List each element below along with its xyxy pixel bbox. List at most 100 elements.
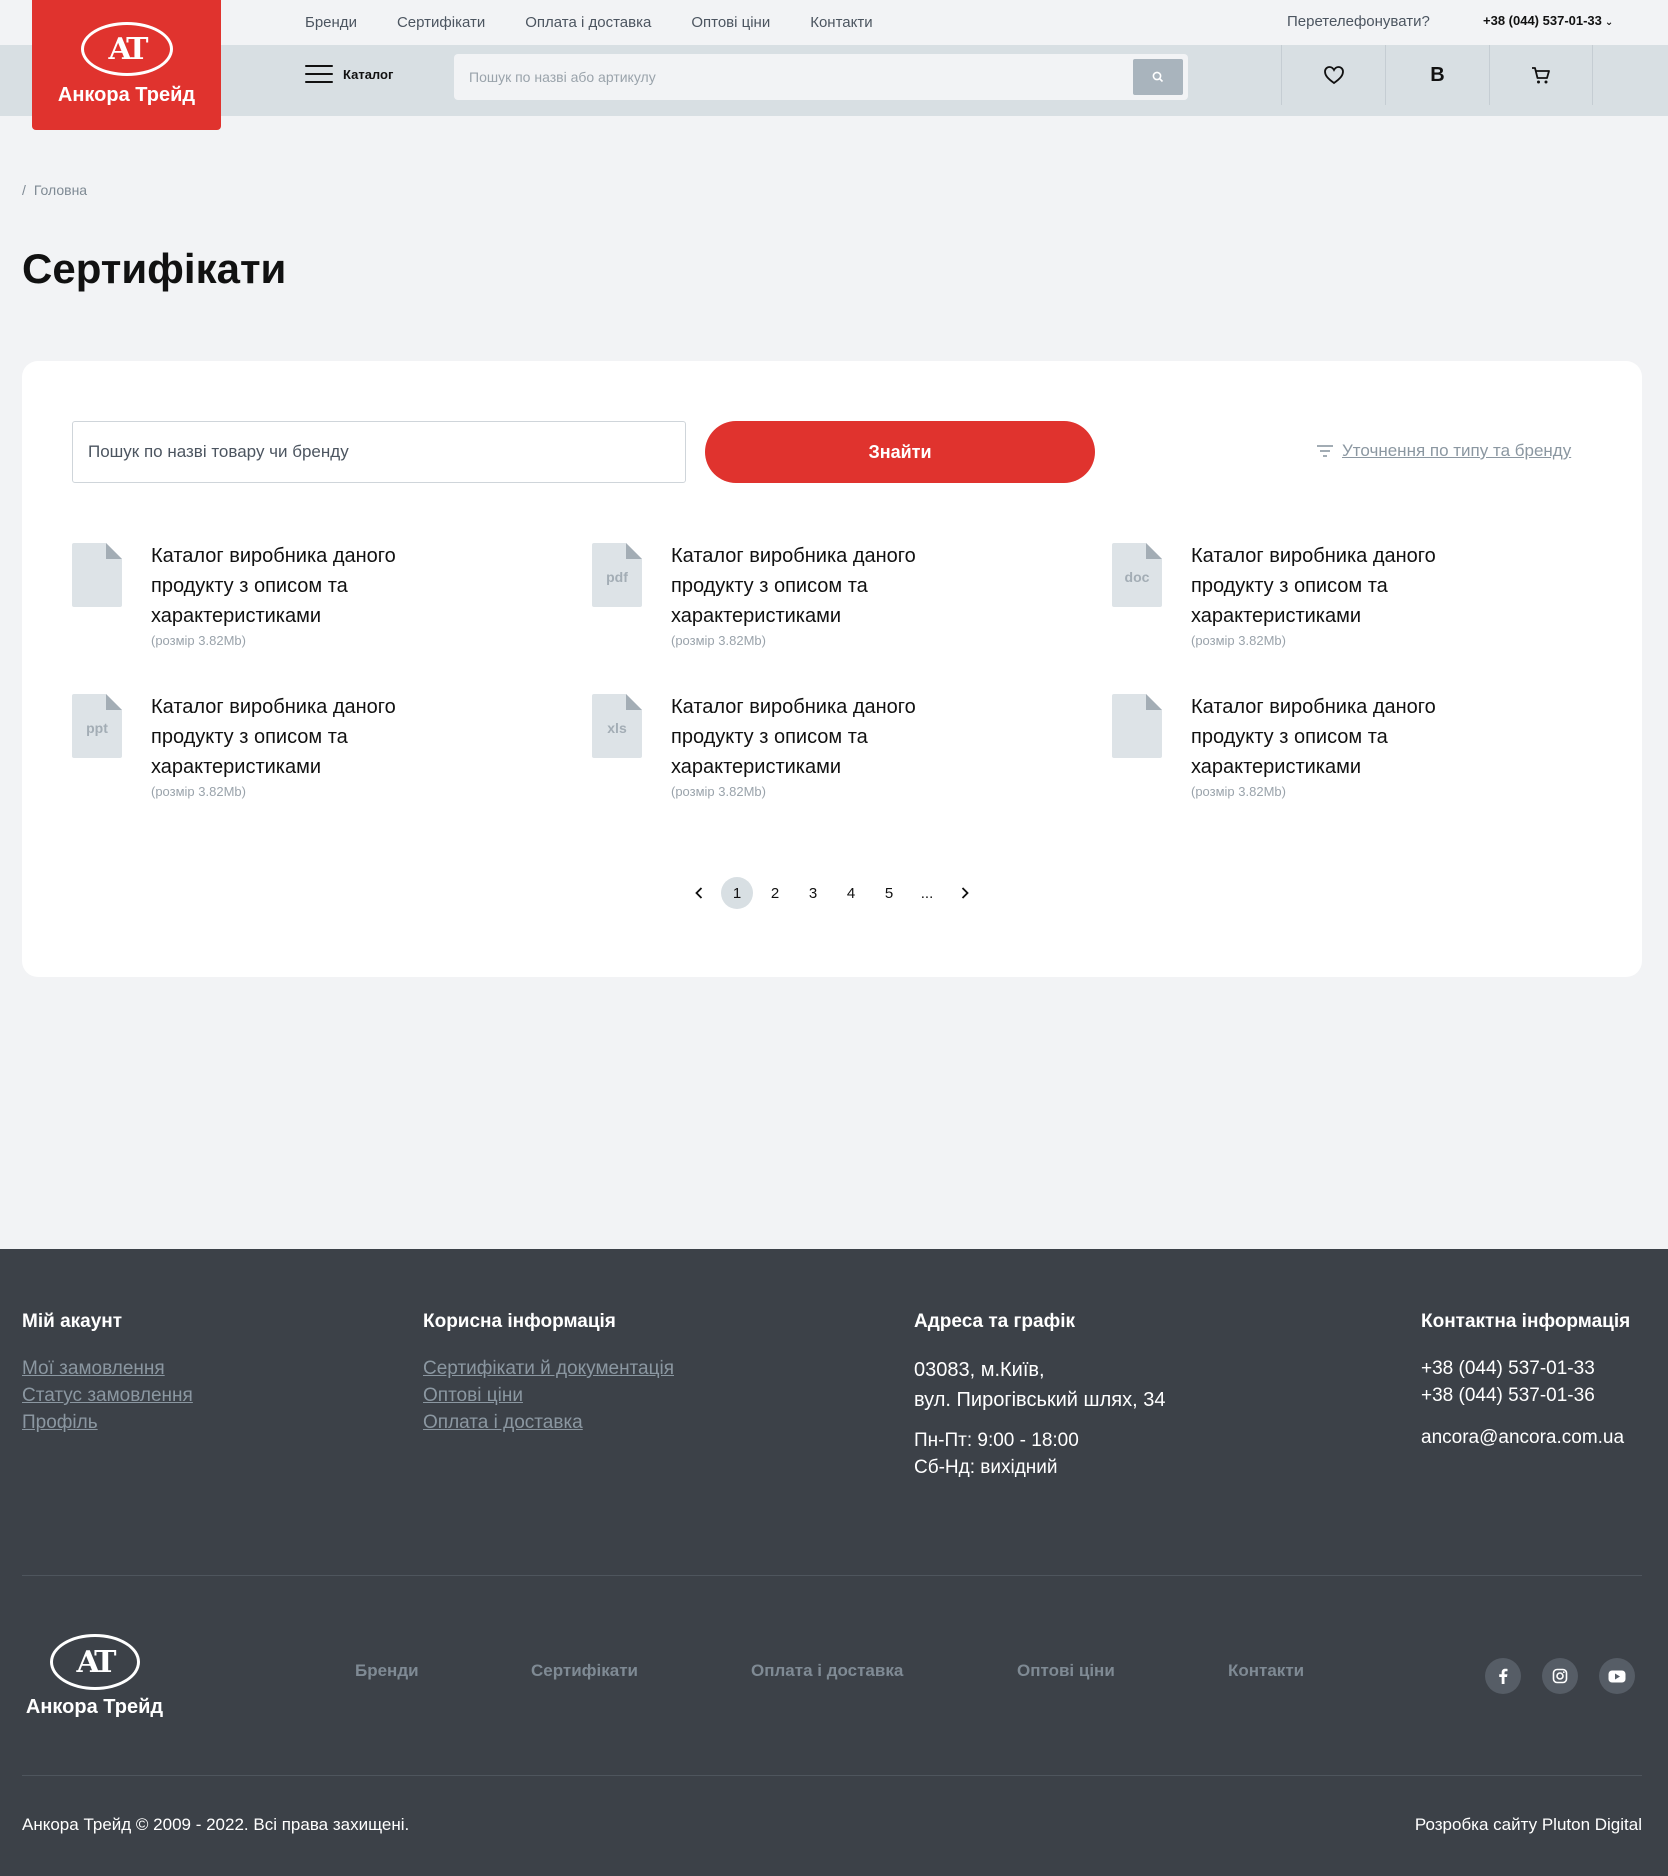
footer-divider xyxy=(22,1575,1642,1576)
certificates-docs-link[interactable]: Сертифікати й документація xyxy=(423,1355,674,1382)
top-nav-brands[interactable]: Бренди xyxy=(305,14,357,31)
instagram-icon xyxy=(1552,1668,1568,1684)
top-nav: Бренди Сертифікати Оплата і доставка Опт… xyxy=(305,0,913,45)
file-name[interactable]: Каталог виробника даного продукту з опис… xyxy=(151,692,481,782)
logo-emblem: AT xyxy=(80,22,173,76)
file-size: (розмір 3.82Mb) xyxy=(151,633,246,648)
footer-account-title: Мій акаунт xyxy=(22,1311,123,1332)
filter-icon xyxy=(1317,445,1333,457)
file-size: (розмір 3.82Mb) xyxy=(1191,633,1286,648)
footer-contacts-column: Контактна інформація +38 (044) 537-01-33… xyxy=(1421,1311,1630,1451)
file-size: (розмір 3.82Mb) xyxy=(151,784,246,799)
hours-weekend: Сб-Нд: вихідний xyxy=(914,1457,1058,1478)
page-3[interactable]: 3 xyxy=(794,877,832,909)
footer-address-column: Адреса та графік 03083, м.Київ, вул. Пир… xyxy=(914,1311,1165,1481)
file-item[interactable]: Каталог виробника даного продукту з опис… xyxy=(72,541,552,661)
menu-icon xyxy=(305,65,333,83)
account-button[interactable]: B xyxy=(1385,45,1489,105)
cart-button[interactable] xyxy=(1489,45,1593,105)
file-item[interactable]: xls Каталог виробника даного продукту з … xyxy=(592,692,1072,812)
file-extension: pdf xyxy=(606,569,628,585)
footer-nav-certificates[interactable]: Сертифікати xyxy=(531,1661,638,1681)
address-line-1: 03083, м.Київ, xyxy=(914,1359,1045,1381)
footer-address-title: Адреса та графік xyxy=(914,1311,1075,1332)
header-search-button[interactable] xyxy=(1133,59,1183,95)
file-item[interactable]: Каталог виробника даного продукту з опис… xyxy=(1112,692,1592,812)
footer-email[interactable]: ancora@ancora.com.ua xyxy=(1421,1424,1630,1451)
footer: Мій акаунт Мої замовлення Статус замовле… xyxy=(0,1249,1668,1876)
footer-nav-contacts[interactable]: Контакти xyxy=(1228,1661,1304,1681)
breadcrumb-home[interactable]: Головна xyxy=(34,182,87,198)
refine-filter-link[interactable]: Уточнення по типу та бренду xyxy=(1317,441,1571,461)
header-search xyxy=(454,54,1188,100)
prev-page-button[interactable] xyxy=(680,877,718,909)
hours-weekdays: Пн-Пт: 9:00 - 18:00 xyxy=(914,1430,1079,1451)
cart-icon xyxy=(1532,67,1550,84)
heart-icon xyxy=(1323,66,1344,85)
chevron-down-icon: ⌄ xyxy=(1604,17,1614,28)
footer-account-column: Мій акаунт Мої замовлення Статус замовле… xyxy=(22,1311,193,1436)
page-1[interactable]: 1 xyxy=(718,877,756,909)
my-orders-link[interactable]: Мої замовлення xyxy=(22,1355,193,1382)
top-nav-certificates[interactable]: Сертифікати xyxy=(397,14,485,31)
page-4[interactable]: 4 xyxy=(832,877,870,909)
developer-credit[interactable]: Розробка сайту Pluton Digital xyxy=(1415,1815,1642,1835)
footer-nav-wholesale-prices[interactable]: Оптові ціни xyxy=(1017,1661,1115,1681)
order-status-link[interactable]: Статус замовлення xyxy=(22,1382,193,1409)
chevron-right-icon xyxy=(961,887,969,899)
file-item[interactable]: pdf Каталог виробника даного продукту з … xyxy=(592,541,1072,661)
phone-dropdown[interactable]: +38 (044) 537-01-33 ⌄ xyxy=(1483,13,1613,28)
catalog-label: Каталог xyxy=(343,66,394,82)
payment-delivery-link[interactable]: Оплата і доставка xyxy=(423,1409,674,1436)
file-name[interactable]: Каталог виробника даного продукту з опис… xyxy=(1191,692,1521,782)
callback-link[interactable]: Перетелефонувати? xyxy=(1287,13,1430,30)
file-name[interactable]: Каталог виробника даного продукту з опис… xyxy=(1191,541,1521,631)
top-nav-contacts[interactable]: Контакти xyxy=(810,14,872,31)
footer-phone-2[interactable]: +38 (044) 537-01-36 xyxy=(1421,1382,1630,1409)
footer-nav-payment-delivery[interactable]: Оплата і доставка xyxy=(751,1661,903,1681)
chevron-left-icon xyxy=(695,887,703,899)
file-extension: ppt xyxy=(86,720,108,736)
top-nav-wholesale-prices[interactable]: Оптові ціни xyxy=(691,14,770,31)
file-icon xyxy=(1112,694,1162,758)
phone-number: +38 (044) 537-01-33 xyxy=(1483,13,1602,28)
logo-emblem: AT xyxy=(49,1634,140,1690)
youtube-button[interactable] xyxy=(1599,1658,1635,1694)
footer-logo-text: Анкора Трейд xyxy=(25,1696,164,1718)
find-button[interactable]: Знайти xyxy=(705,421,1095,483)
facebook-button[interactable] xyxy=(1485,1658,1521,1694)
footer-logo[interactable]: AT Анкора Трейд xyxy=(22,1634,167,1719)
file-extension: xls xyxy=(607,720,627,736)
next-page-button[interactable] xyxy=(946,877,984,909)
file-name[interactable]: Каталог виробника даного продукту з опис… xyxy=(671,692,1001,782)
logo-text: Анкора Трейд xyxy=(57,84,196,106)
footer-divider xyxy=(22,1775,1642,1776)
top-nav-payment-delivery[interactable]: Оплата і доставка xyxy=(525,14,651,31)
wholesale-prices-link[interactable]: Оптові ціни xyxy=(423,1382,674,1409)
header-search-input[interactable] xyxy=(454,54,1134,100)
page-2[interactable]: 2 xyxy=(756,877,794,909)
file-size: (розмір 3.82Mb) xyxy=(1191,784,1286,799)
file-icon xyxy=(72,543,122,607)
footer-info-column: Корисна інформація Сертифікати й докумен… xyxy=(423,1311,674,1436)
profile-link[interactable]: Профіль xyxy=(22,1409,193,1436)
catalog-button[interactable]: Каталог xyxy=(305,65,393,83)
footer-nav-brands[interactable]: Бренди xyxy=(355,1661,419,1681)
site-logo[interactable]: AT Анкора Трейд xyxy=(32,0,221,130)
breadcrumb: / Головна xyxy=(22,182,87,198)
facebook-icon xyxy=(1499,1668,1508,1684)
page-number: 1 xyxy=(721,877,753,909)
file-name[interactable]: Каталог виробника даного продукту з опис… xyxy=(671,541,1001,631)
pagination: 1 2 3 4 5 ... xyxy=(22,877,1642,909)
breadcrumb-separator: / xyxy=(22,182,26,198)
certificate-search-input[interactable] xyxy=(72,421,686,483)
file-item[interactable]: doc Каталог виробника даного продукту з … xyxy=(1112,541,1592,661)
top-bar: Бренди Сертифікати Оплата і доставка Опт… xyxy=(0,0,1668,45)
main-header-bar: Каталог B xyxy=(0,45,1668,116)
file-item[interactable]: ppt Каталог виробника даного продукту з … xyxy=(72,692,552,812)
page-5[interactable]: 5 xyxy=(870,877,908,909)
instagram-button[interactable] xyxy=(1542,1658,1578,1694)
wishlist-button[interactable] xyxy=(1281,45,1385,105)
file-name[interactable]: Каталог виробника даного продукту з опис… xyxy=(151,541,481,631)
footer-phone-1[interactable]: +38 (044) 537-01-33 xyxy=(1421,1355,1630,1382)
